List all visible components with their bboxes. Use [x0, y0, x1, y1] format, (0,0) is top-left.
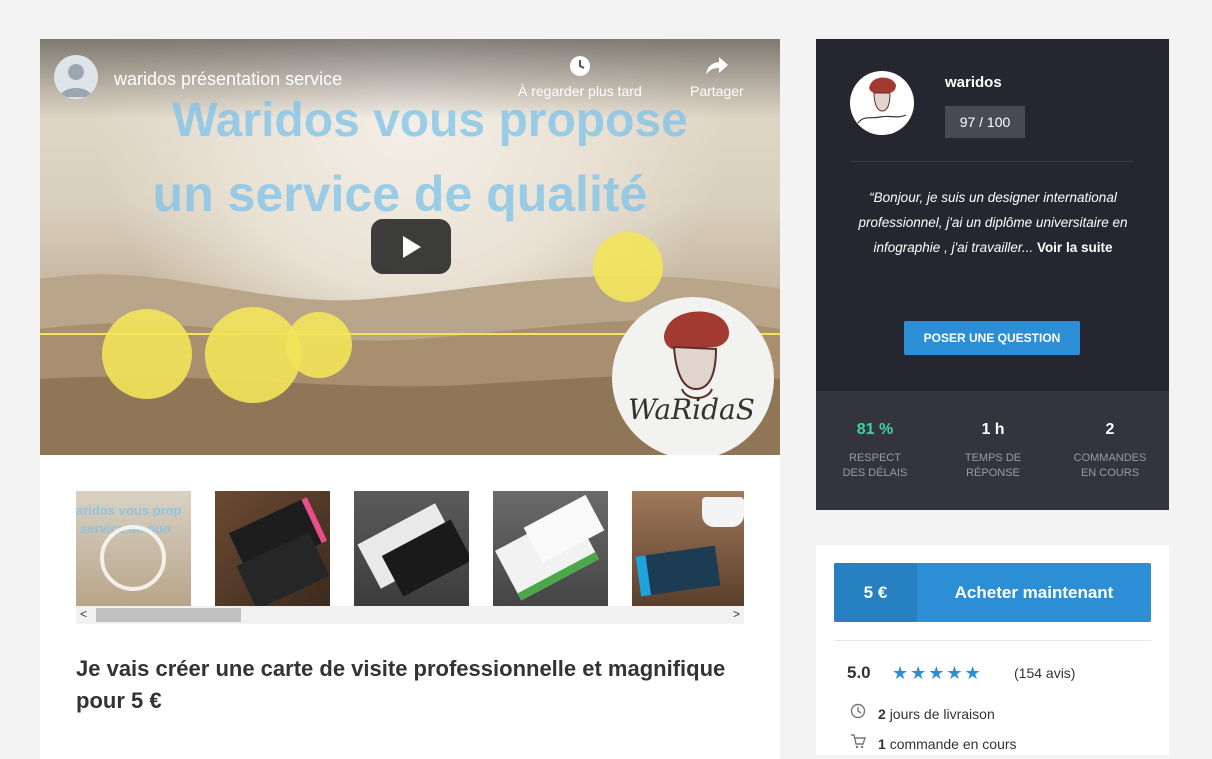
delivery-days: 2	[878, 706, 886, 722]
delivery-info: 2 jours de livraison	[850, 703, 995, 722]
seller-avatar[interactable]	[850, 71, 914, 135]
stat-value: 2	[1105, 421, 1115, 438]
purchase-card: 5 € Acheter maintenant 5.0 ★★★★★ (154 av…	[816, 545, 1169, 755]
share-icon	[705, 57, 728, 75]
clock-icon	[569, 56, 590, 76]
scroll-left-button[interactable]: <	[80, 607, 87, 621]
portrait-icon: WaRidaS	[628, 311, 755, 426]
chart-badge	[286, 312, 352, 378]
video-overlay-line-2: un service de qualité	[152, 166, 648, 222]
scroll-right-button[interactable]: >	[733, 607, 740, 621]
thumbnail-business-card-4[interactable]	[632, 491, 744, 606]
watch-later-button[interactable]: À regarder plus tard	[518, 55, 642, 99]
stat-label: RESPECT DES DÉLAIS	[842, 452, 908, 479]
read-more-link[interactable]: Voir la suite	[1037, 240, 1113, 255]
orders-text: commande en cours	[889, 736, 1017, 752]
svg-text:WaRidaS: WaRidaS	[628, 393, 755, 426]
seller-score-badge: 97 / 100	[945, 106, 1025, 138]
thumbnail-business-card-1[interactable]	[215, 491, 330, 606]
reviews-count-link[interactable]: (154 avis)	[1014, 665, 1075, 681]
stat-value: 81 %	[856, 421, 894, 438]
service-title: Je vais créer une carte de visite profes…	[76, 656, 726, 713]
portrait-icon	[857, 77, 907, 124]
share-button[interactable]: Partager	[690, 55, 744, 99]
clock-icon	[850, 703, 878, 722]
cart-icon	[850, 733, 878, 752]
thumbnail-business-card-3[interactable]	[493, 491, 608, 606]
seller-bio: “Bonjour, je suis un designer internatio…	[838, 185, 1148, 260]
stat-orders-in-progress: 2 COMMANDES EN COURS	[1051, 421, 1169, 481]
rating-stars: ★★★★★	[892, 663, 983, 683]
stat-label: TEMPS DE RÉPONSE	[964, 452, 1022, 479]
ask-question-button[interactable]: POSER UNE QUESTION	[904, 321, 1080, 355]
buy-label[interactable]: Acheter maintenant	[917, 563, 1151, 622]
thumbs-up-badge	[102, 309, 192, 399]
thumbnail-overlay-line-1: aridos vous prop	[76, 503, 182, 518]
video-overlay-line-1: Waridos vous propose	[172, 94, 688, 147]
seller-divider	[850, 161, 1134, 162]
gallery-thumbnails[interactable]: aridos vous prop service de quo	[76, 491, 744, 606]
buy-price[interactable]: 5 €	[834, 563, 917, 622]
video-title[interactable]: waridos présentation service	[114, 69, 342, 90]
thumbnail-business-card-2[interactable]	[354, 491, 469, 606]
thumbnails-scrollbar[interactable]: < >	[76, 606, 744, 624]
watch-later-label: À regarder plus tard	[518, 83, 642, 99]
orders-info: 1 commande en cours	[850, 733, 1017, 752]
stat-delivery-respect: 81 % RESPECT DES DÉLAIS	[816, 421, 934, 481]
lightbulb-badge	[593, 232, 663, 302]
seller-card: waridos 97 / 100 “Bonjour, je suis un de…	[816, 39, 1169, 510]
purchase-divider	[834, 640, 1151, 641]
orders-count: 1	[878, 736, 886, 752]
scrollbar-thumb[interactable]	[96, 608, 241, 622]
rating-value: 5.0	[847, 663, 871, 682]
play-button[interactable]	[371, 219, 451, 274]
stat-response-time: 1 h TEMPS DE RÉPONSE	[934, 421, 1052, 481]
delivery-text: jours de livraison	[889, 706, 995, 722]
service-main-card: waridos présentation service Waridos vou…	[40, 39, 780, 759]
share-label: Partager	[690, 83, 744, 99]
buy-now-button[interactable]: 5 € Acheter maintenant	[834, 563, 1151, 622]
thumbnail-video[interactable]: aridos vous prop service de quo	[76, 491, 191, 606]
seller-stats: 81 % RESPECT DES DÉLAIS 1 h TEMPS DE RÉPON…	[816, 391, 1169, 510]
stat-value: 1 h	[981, 421, 1005, 438]
stat-label: COMMANDES EN COURS	[1073, 452, 1147, 479]
video-player[interactable]: waridos présentation service Waridos vou…	[40, 39, 780, 455]
thumbnail-play-icon	[100, 525, 166, 591]
seller-name[interactable]: waridos	[945, 74, 1002, 91]
waridas-logo: WaRidaS	[612, 297, 774, 455]
